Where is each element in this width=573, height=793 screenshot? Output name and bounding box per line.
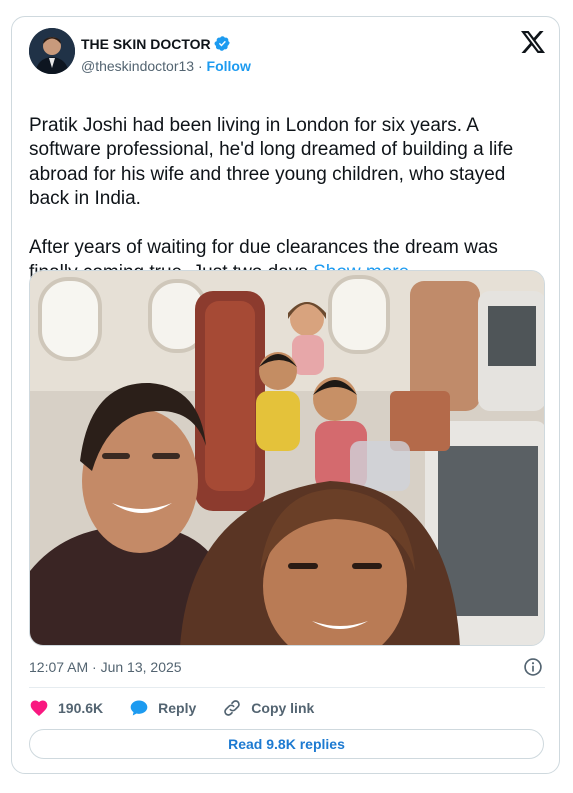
copy-link-label: Copy link — [251, 700, 315, 716]
tweet-card: THE SKIN DOCTOR @theskindoctor13 · Follo… — [11, 16, 560, 774]
reply-bubble-icon — [130, 700, 148, 716]
handle-row: @theskindoctor13 · Follow — [81, 58, 251, 74]
author-name-row[interactable]: THE SKIN DOCTOR — [81, 35, 231, 52]
action-bar: 190.6K Reply Copy link — [29, 697, 340, 719]
divider — [29, 687, 545, 688]
tweet-photo[interactable] — [29, 270, 545, 646]
copy-link-button[interactable]: Copy link — [222, 698, 314, 718]
follow-button[interactable]: Follow — [207, 58, 251, 74]
x-logo-icon[interactable] — [521, 31, 545, 53]
verified-badge-icon — [214, 36, 230, 51]
tweet-timestamp[interactable]: 12:07 AM · Jun 13, 2025 — [29, 659, 182, 675]
read-replies-button[interactable]: Read 9.8K replies — [29, 729, 544, 759]
info-icon[interactable] — [523, 657, 543, 677]
heart-icon — [30, 700, 48, 716]
tweet-paragraph-1: Pratik Joshi had been living in London f… — [29, 114, 514, 210]
link-icon — [224, 700, 241, 716]
tweet-text: Pratik Joshi had been living in London f… — [29, 89, 544, 285]
author-handle[interactable]: @theskindoctor13 — [81, 58, 194, 74]
reply-label: Reply — [158, 700, 197, 716]
avatar[interactable] — [29, 28, 75, 74]
author-name[interactable]: THE SKIN DOCTOR — [81, 36, 211, 52]
separator-dot: · — [197, 58, 203, 74]
like-count: 190.6K — [58, 700, 104, 716]
like-button[interactable]: 190.6K — [29, 698, 103, 718]
reply-button[interactable]: Reply — [129, 698, 196, 718]
